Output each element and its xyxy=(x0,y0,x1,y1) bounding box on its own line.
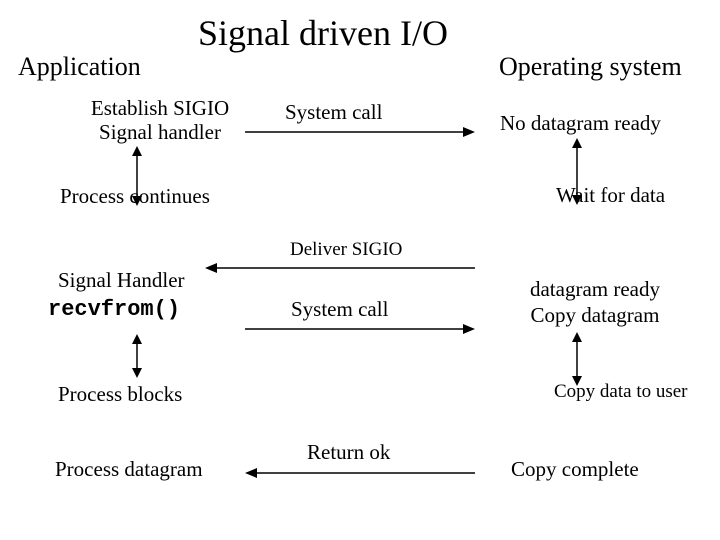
signal-handler-label: Signal Handler xyxy=(58,268,185,293)
application-header: Application xyxy=(18,52,141,82)
arrow-syscall-2 xyxy=(245,323,475,335)
copy-datagram: Copy datagram xyxy=(495,302,695,328)
establish-line2: Signal handler xyxy=(75,120,245,144)
process-blocks: Process blocks xyxy=(58,382,182,407)
arrow-return-ok xyxy=(245,467,475,479)
arrow-copy-to-user xyxy=(570,332,584,386)
arrow-deliver-sigio xyxy=(205,262,475,274)
recvfrom-label: recvfrom() xyxy=(48,297,180,322)
process-continues: Process continues xyxy=(60,184,210,209)
process-datagram: Process datagram xyxy=(55,457,203,482)
deliver-sigio-label: Deliver SIGIO xyxy=(290,239,402,261)
no-datagram-ready: No datagram ready xyxy=(500,111,661,136)
wait-for-data: Wait for data xyxy=(556,183,665,208)
copy-complete: Copy complete xyxy=(511,457,639,482)
datagram-ready: datagram ready xyxy=(495,276,695,302)
establish-sigio-block: Establish SIGIO Signal handler xyxy=(75,96,245,144)
copy-data-to-user: Copy data to user xyxy=(554,381,688,403)
system-call-1-label: System call xyxy=(285,100,382,125)
arrow-process-blocks xyxy=(130,334,144,378)
os-header: Operating system xyxy=(499,52,682,82)
system-call-2-label: System call xyxy=(291,297,388,322)
return-ok-label: Return ok xyxy=(307,440,390,465)
establish-line1: Establish SIGIO xyxy=(75,96,245,120)
page-title: Signal driven I/O xyxy=(198,12,448,54)
datagram-ready-block: datagram ready Copy datagram xyxy=(495,276,695,329)
arrow-syscall-1 xyxy=(245,126,475,138)
